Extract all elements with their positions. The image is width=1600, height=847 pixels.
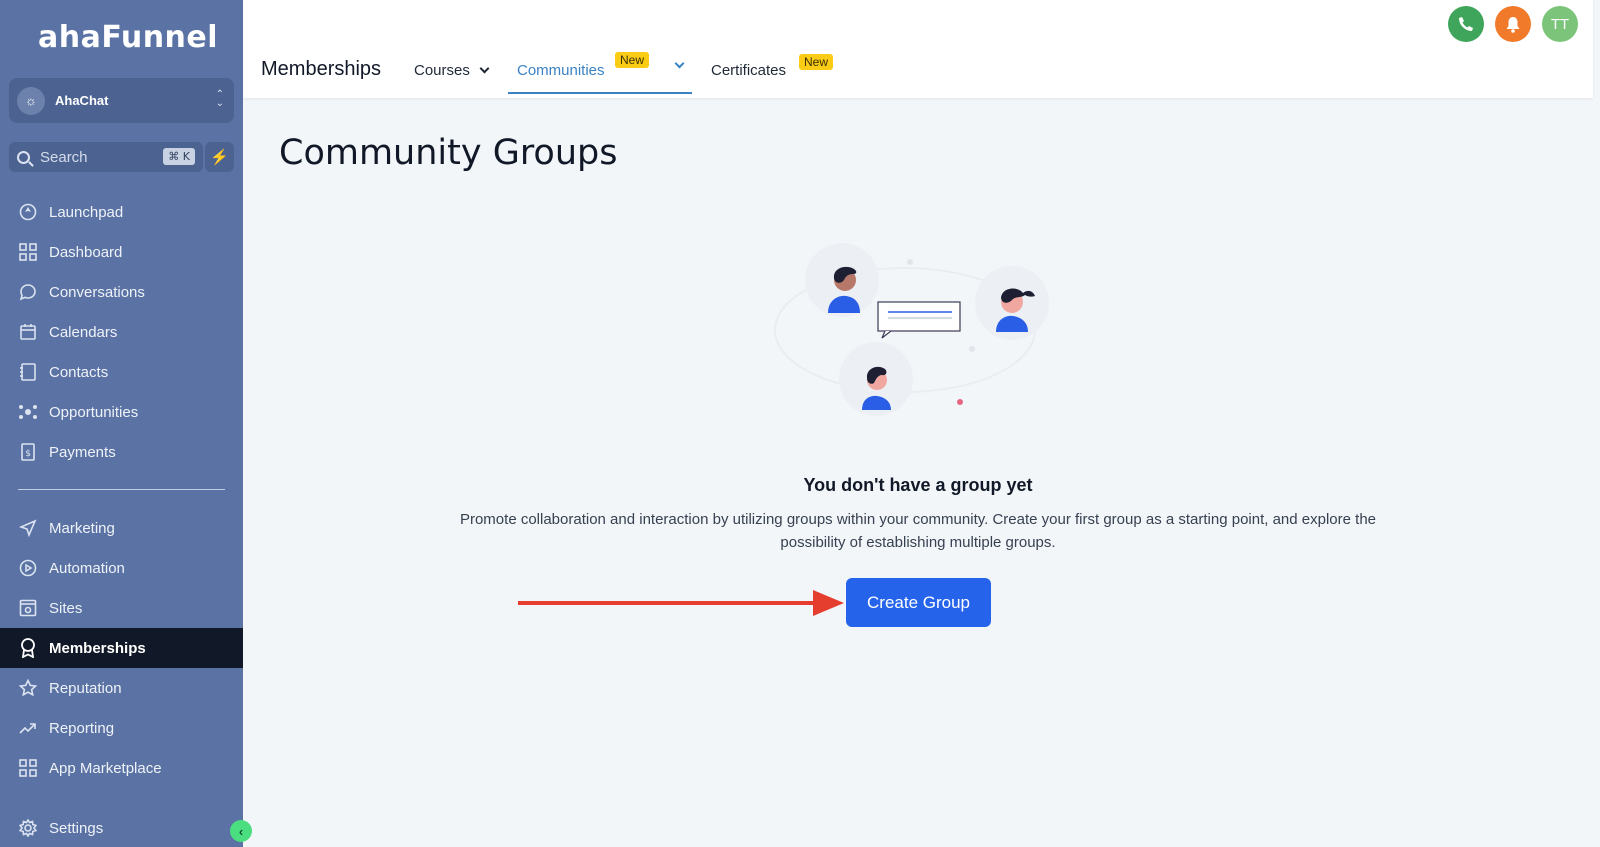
sidebar-item-label: Sites <box>49 599 83 617</box>
sidebar-item-label: Contacts <box>49 363 109 381</box>
page-title: Community Groups <box>279 133 618 173</box>
gear-icon <box>18 818 38 838</box>
user-avatar[interactable]: TT <box>1542 6 1578 42</box>
phone-icon <box>1459 17 1473 31</box>
send-icon <box>18 518 38 538</box>
empty-state-description-line: Promote collaboration and interaction by… <box>459 511 1377 528</box>
create-group-button[interactable]: Create Group <box>846 578 991 627</box>
brand-logo[interactable]: ahaFunnel <box>38 20 218 55</box>
sidebar-item-label: Calendars <box>49 323 118 341</box>
sites-icon <box>18 598 38 618</box>
empty-state-description: Promote collaboration and interaction by… <box>412 508 1424 554</box>
tab-courses[interactable]: Courses <box>414 62 490 79</box>
sidebar-item-opportunities[interactable]: Opportunities <box>0 392 243 432</box>
chat-icon <box>18 282 38 302</box>
sidebar-item-sites[interactable]: Sites <box>0 588 243 628</box>
calendar-icon <box>18 322 38 342</box>
bell-icon <box>1506 16 1520 33</box>
sidebar-item-contacts[interactable]: Contacts <box>0 352 243 392</box>
sidebar-item-app-marketplace[interactable]: App Marketplace <box>0 748 243 788</box>
section-title: Memberships <box>261 58 382 80</box>
contacts-icon <box>18 362 38 382</box>
tab-label: Certificates <box>711 62 787 79</box>
sidebar-item-label: Dashboard <box>49 243 123 261</box>
search-shortcut: ⌘ K <box>163 148 195 165</box>
tab-certificates[interactable]: Certificates <box>711 62 786 79</box>
star-icon <box>18 678 38 698</box>
sidebar-item-label: Opportunities <box>49 403 139 421</box>
payments-icon: $ <box>18 442 38 462</box>
quick-action-bolt-icon[interactable]: ⚡ <box>205 142 234 172</box>
opportunities-icon <box>18 402 38 422</box>
sidebar-item-label: Launchpad <box>49 203 124 221</box>
sidebar-item-payments[interactable]: $ Payments <box>0 432 243 472</box>
sidebar-item-label: Settings <box>49 819 104 837</box>
award-icon <box>18 638 38 658</box>
tab-communities[interactable]: Communities <box>517 62 605 79</box>
notifications-button[interactable] <box>1495 6 1531 42</box>
sidebar: ahaFunnel ☼ AhaChat ⌃⌄ ⌘ K ⚡ Launchpad D… <box>0 0 243 847</box>
red-arrow-annotation <box>518 590 844 616</box>
sidebar-item-reporting[interactable]: Reporting <box>0 708 243 748</box>
sidebar-item-dashboard[interactable]: Dashboard <box>0 232 243 272</box>
sidebar-item-label: Memberships <box>49 639 146 657</box>
community-illustration <box>774 243 1049 416</box>
sidebar-item-label: Marketing <box>49 519 115 537</box>
sidebar-item-launchpad[interactable]: Launchpad <box>0 192 243 232</box>
empty-state-title: You don't have a group yet <box>803 475 1033 495</box>
sidebar-item-label: Automation <box>49 559 125 577</box>
sidebar-item-marketing[interactable]: Marketing <box>0 508 243 548</box>
account-name: AhaChat <box>55 93 109 108</box>
sidebar-item-label: Conversations <box>49 283 145 301</box>
sidebar-item-label: App Marketplace <box>49 759 162 777</box>
phone-button[interactable] <box>1448 6 1484 42</box>
new-badge-certificates: New <box>799 54 834 70</box>
account-avatar-icon: ☼ <box>17 86 45 115</box>
chevron-updown-icon: ⌃ ⌄ <box>215 89 224 109</box>
apps-icon <box>18 758 38 778</box>
search-icon <box>17 150 30 164</box>
sidebar-item-label: Reporting <box>49 719 115 737</box>
sidebar-item-settings[interactable]: Settings <box>0 808 243 847</box>
tab-label: Courses <box>414 62 470 79</box>
sidebar-item-conversations[interactable]: Conversations <box>0 272 243 312</box>
tab-label: Communities <box>517 62 605 79</box>
new-badge-communities: New <box>615 52 650 68</box>
chevron-down-icon <box>479 63 490 74</box>
collapse-sidebar-chevron-left-icon[interactable]: ‹ <box>230 820 252 842</box>
trend-icon <box>18 718 38 738</box>
sidebar-item-label: Reputation <box>49 679 122 697</box>
automation-icon <box>18 558 38 578</box>
account-switcher[interactable]: ☼ AhaChat ⌃ ⌄ <box>9 78 234 123</box>
sidebar-item-reputation[interactable]: Reputation <box>0 668 243 708</box>
search-input[interactable] <box>40 148 160 166</box>
svg-text:$: $ <box>25 449 31 459</box>
sidebar-item-memberships[interactable]: Memberships <box>0 628 243 668</box>
empty-state-description-line: possibility of establishing multiple gro… <box>780 534 1056 551</box>
rocket-icon <box>18 202 38 222</box>
active-tab-underline <box>508 92 692 94</box>
top-header: Memberships Courses Communities New Cert… <box>243 0 1593 98</box>
communities-dropdown-chevron-down-icon[interactable] <box>674 58 685 69</box>
grid-icon <box>18 242 38 262</box>
search-box[interactable]: ⌘ K <box>9 142 203 172</box>
sidebar-item-automation[interactable]: Automation <box>0 548 243 588</box>
sidebar-item-calendars[interactable]: Calendars <box>0 312 243 352</box>
sidebar-item-label: Payments <box>49 443 116 461</box>
